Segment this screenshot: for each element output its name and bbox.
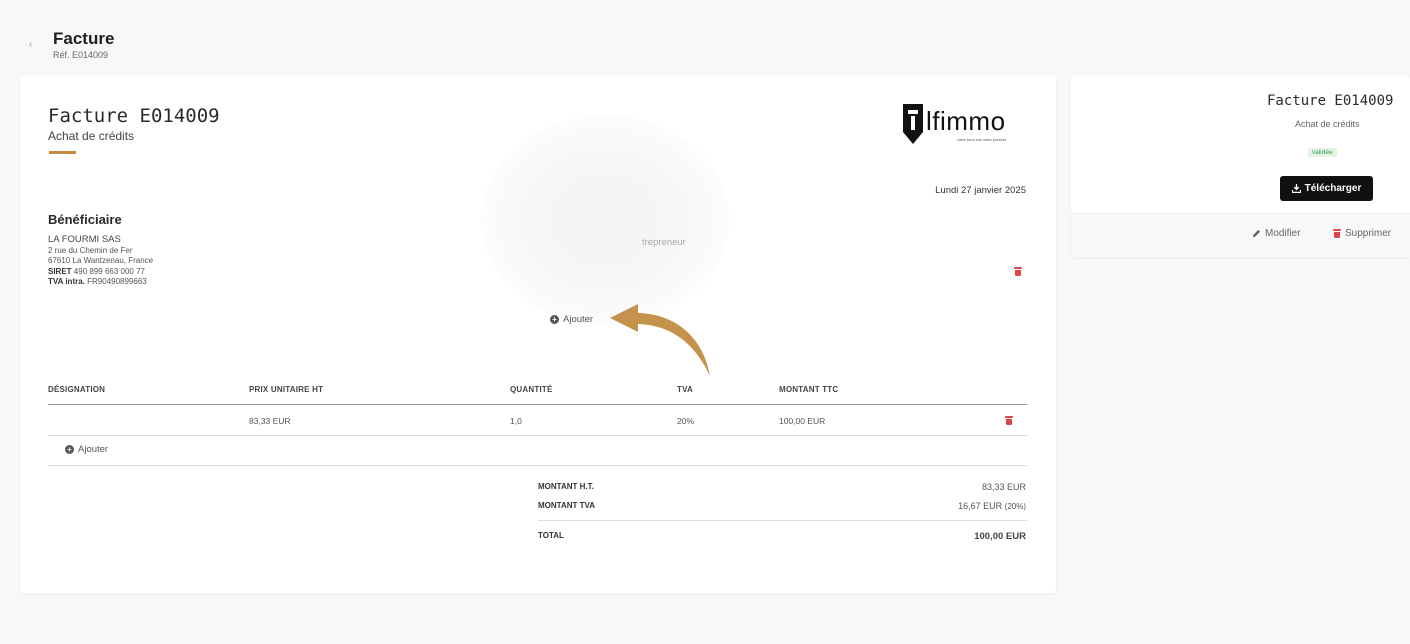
total-label: TOTAL: [538, 531, 564, 540]
beneficiary-address-1: 2 rue du Chemin de Fer: [48, 245, 133, 255]
total-ht-label: MONTANT H.T.: [538, 482, 594, 491]
delete-button[interactable]: Supprimer: [1333, 228, 1391, 239]
page-header: ‹ Facture Réf. E014009: [0, 12, 1410, 62]
plus-circle-icon: +: [65, 445, 74, 454]
add-row-divider: [48, 465, 1027, 466]
beneficiary-tva: TVA intra. FR90490899663: [48, 277, 147, 286]
cell-ttc: 100,00 EUR: [779, 416, 826, 426]
pencil-icon: [1252, 229, 1261, 238]
beneficiary-name: LA FOURMI SAS: [48, 234, 121, 245]
page-title: Facture: [53, 29, 115, 48]
invoice-title: Facture E014009: [48, 105, 220, 127]
back-icon[interactable]: ‹: [29, 39, 32, 50]
summary-title: Facture E014009: [1267, 93, 1394, 109]
total-tva-label: MONTANT TVA: [538, 501, 596, 510]
total-tva-value: 16,67 EUR (20%): [958, 501, 1026, 511]
invoice-card: Facture E014009 Achat de crédits trepren…: [20, 75, 1056, 593]
page-reference: Réf. E014009: [53, 50, 109, 60]
logo-text: lfimmo: [926, 106, 1006, 136]
beneficiary-siret: SIRET 490 899 663 000 77: [48, 266, 145, 276]
add-recipient-button[interactable]: + Ajouter: [550, 314, 593, 325]
col-header-tva: TVA: [677, 385, 694, 394]
download-button[interactable]: Télécharger: [1280, 176, 1373, 201]
logo-mark-icon: [903, 104, 923, 144]
col-header-unit-price: PRIX UNITAIRE HT: [249, 385, 324, 394]
annotation-arrow-icon: [610, 304, 710, 376]
table-header-divider: [48, 404, 1027, 405]
invoice-date: Lundi 27 janvier 2025: [935, 185, 1026, 196]
total-value: 100,00 EUR: [974, 531, 1026, 542]
beneficiary-details: LA FOURMI SAS 2 rue du Chemin de Fer 676…: [48, 234, 154, 288]
invoice-subtitle: Achat de crédits: [48, 129, 135, 143]
company-logo: lfimmo votre futur est notre présent: [902, 102, 1032, 152]
summary-subtitle: Achat de crédits: [1295, 119, 1360, 129]
delete-row-icon[interactable]: [1005, 416, 1013, 425]
blurred-text-fragment: trepreneur: [642, 237, 686, 248]
total-ht-value: 83,33 EUR: [981, 482, 1026, 492]
download-icon: [1291, 184, 1301, 193]
invoice-summary-panel: Facture E014009 Achat de crédits validée…: [1071, 75, 1410, 257]
col-header-designation: DÉSIGNATION: [48, 385, 106, 394]
totals-divider: [538, 520, 1027, 521]
trash-icon: [1333, 229, 1341, 238]
logo-tagline: votre futur est notre présent: [957, 137, 1007, 142]
plus-circle-icon: +: [550, 315, 559, 324]
edit-button[interactable]: Modifier: [1252, 228, 1301, 239]
col-header-quantity: QUANTITÉ: [510, 385, 553, 394]
cell-unit-price[interactable]: 83,33 EUR: [249, 416, 291, 426]
beneficiary-heading: Bénéficiaire: [48, 212, 122, 227]
delete-recipient-icon[interactable]: [1014, 267, 1022, 276]
beneficiary-address-2: 67610 La Wantzenau, France: [48, 256, 154, 265]
blurred-recipient-area: [480, 115, 730, 325]
accent-divider: [49, 151, 76, 154]
add-line-button[interactable]: + Ajouter: [65, 444, 108, 455]
cell-quantity[interactable]: 1,0: [510, 416, 522, 426]
status-badge: validée: [1308, 148, 1337, 157]
cell-tva[interactable]: 20%: [677, 416, 694, 426]
col-header-ttc: MONTANT TTC: [779, 385, 839, 394]
row-divider: [48, 435, 1027, 436]
